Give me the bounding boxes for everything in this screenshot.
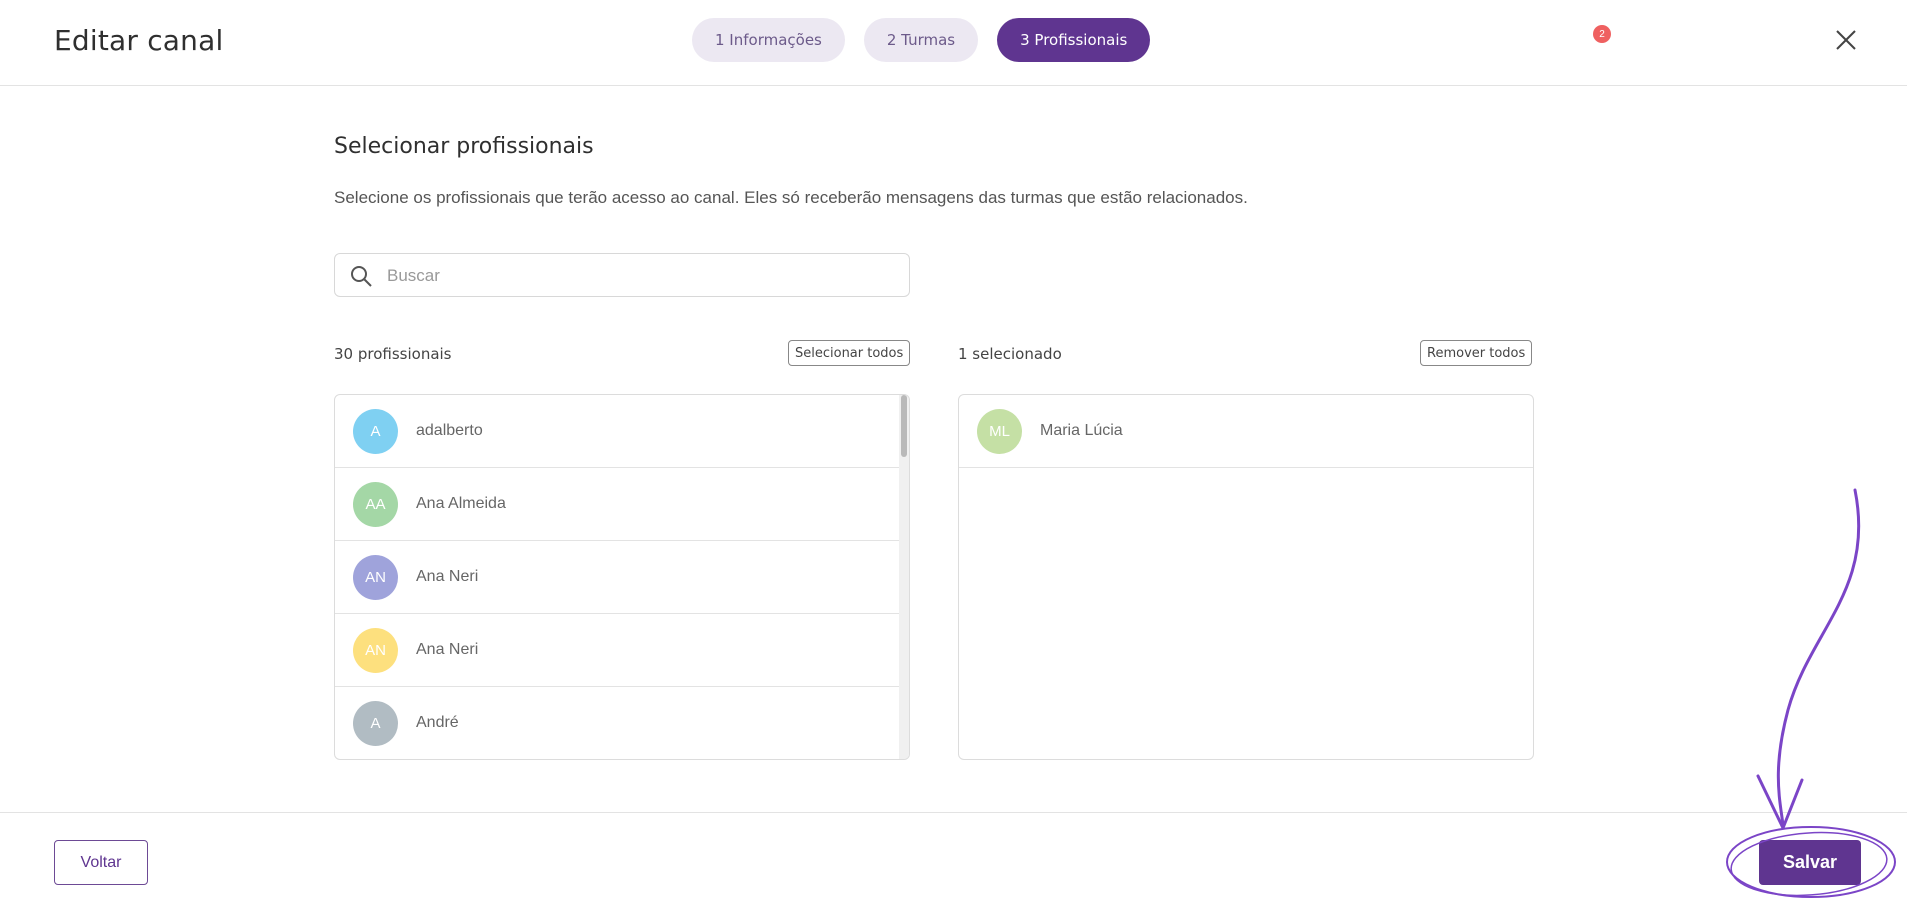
modal-footer — [0, 812, 1907, 900]
list-item-name: Ana Almeida — [416, 495, 506, 512]
list-item[interactable]: A André — [335, 687, 909, 759]
list-item-name: André — [416, 714, 459, 731]
avatar: AA — [353, 481, 398, 527]
avatar: A — [353, 408, 398, 454]
avatar: ML — [977, 408, 1022, 454]
selected-list: ML Maria Lúcia — [958, 394, 1534, 760]
scrollbar[interactable] — [899, 395, 909, 759]
select-all-button[interactable]: Selecionar todos — [788, 340, 911, 366]
avatar: A — [353, 700, 398, 746]
stepper: 1 Informações 2 Turmas 3 Profissionais — [692, 18, 1151, 62]
list-item-name: Maria Lúcia — [1040, 422, 1123, 439]
step-turmas[interactable]: 2 Turmas — [863, 18, 979, 62]
search-icon — [351, 266, 372, 287]
save-button[interactable]: Salvar — [1759, 840, 1861, 885]
selected-count: 1 selecionado — [958, 345, 1062, 363]
list-item-name: adalberto — [416, 422, 483, 439]
scroll-thumb[interactable] — [901, 395, 907, 457]
notification-badge: 2 — [1593, 25, 1611, 43]
close-button[interactable] — [1832, 26, 1860, 54]
page-title: Editar canal — [54, 24, 224, 57]
available-count: 30 profissionais — [334, 345, 452, 363]
list-item[interactable]: AN Ana Neri — [335, 541, 909, 614]
close-icon — [1836, 30, 1856, 50]
step-informacoes[interactable]: 1 Informações — [692, 18, 845, 62]
avatar: AN — [353, 627, 398, 673]
search-input[interactable] — [385, 260, 889, 292]
back-button[interactable]: Voltar — [54, 840, 148, 885]
remove-all-button[interactable]: Remover todos — [1420, 340, 1533, 366]
list-item[interactable]: ML Maria Lúcia — [959, 395, 1533, 468]
step-profissionais[interactable]: 3 Profissionais — [997, 18, 1151, 62]
list-item-name: Ana Neri — [416, 568, 479, 585]
search-box — [334, 253, 910, 297]
avatar: AN — [353, 554, 398, 600]
available-list: A adalberto AA Ana Almeida AN Ana Neri A… — [334, 394, 910, 760]
list-item-name: Ana Neri — [416, 641, 479, 658]
list-item[interactable]: AN Ana Neri — [335, 614, 909, 687]
list-item[interactable]: AA Ana Almeida — [335, 468, 909, 541]
section-title: Selecionar profissionais — [334, 134, 594, 159]
modal-header: Editar canal 1 Informações 2 Turmas 3 Pr… — [0, 0, 1907, 86]
section-description: Selecione os profissionais que terão ace… — [334, 188, 1248, 207]
list-item[interactable]: A adalberto — [335, 395, 909, 468]
